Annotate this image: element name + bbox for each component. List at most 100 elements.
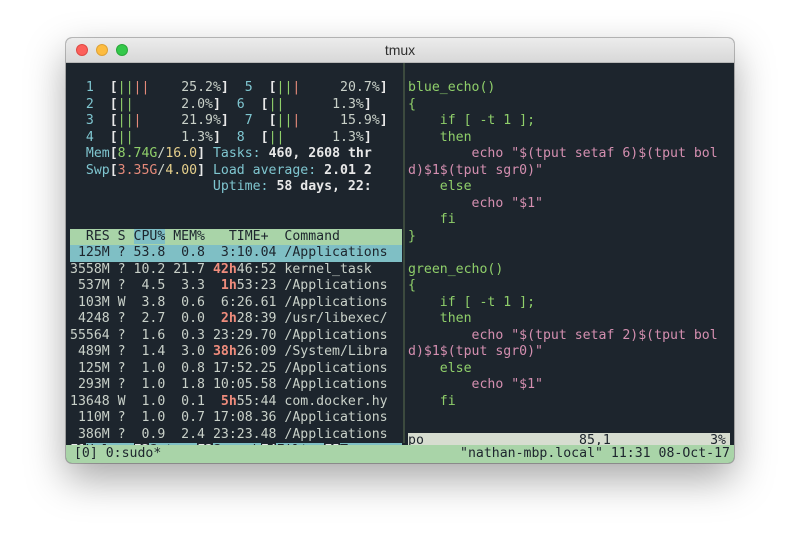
process-time: 28:39 <box>236 311 285 326</box>
process-cpu: 10.2 <box>133 261 174 277</box>
cpu-number: 4 <box>70 129 110 145</box>
process-mem: 1.8 <box>173 377 213 392</box>
code-line[interactable]: echo "$1" <box>408 377 730 394</box>
process-state: ? <box>117 311 134 326</box>
process-res: 13648 <box>70 393 118 409</box>
cpu-bar-user: || <box>268 129 285 145</box>
pane-divider[interactable] <box>403 63 405 443</box>
meter-bracket: [ <box>109 146 118 161</box>
code-line[interactable]: if [ -t 1 ]; <box>408 113 730 130</box>
process-time: 46:52 <box>236 261 285 277</box>
code-line[interactable]: fi <box>408 212 730 229</box>
process-command: /Applications <box>284 426 388 442</box>
process-state: ? <box>117 245 134 260</box>
process-state: ? <box>117 377 134 392</box>
cpu-meter-row: 4 [|| 1.3%] 8 [|| 1.3%] <box>70 130 402 147</box>
code-line[interactable]: d)$1$(tput sgr0)" <box>408 163 730 180</box>
col-mem-header: MEM% <box>165 228 229 244</box>
meter-bracket: ] <box>220 80 229 95</box>
tmux-clock: 11:31 <box>610 446 659 461</box>
cpu-bar-user: || <box>276 80 293 95</box>
process-state: W <box>117 393 134 409</box>
process-command: /Applications <box>284 360 388 376</box>
code-text: echo "$1" <box>408 195 543 211</box>
process-state: ? <box>117 360 134 376</box>
terminal-area[interactable]: 1 [|||| 25.2%] 5 [||| 20.7%] 2 [|| 2.0%]… <box>66 63 734 463</box>
process-time-hours: 2h <box>212 311 237 326</box>
code-line[interactable]: { <box>408 97 730 114</box>
vim-pane[interactable]: blue_echo(){ if [ -t 1 ]; then echo "$(t… <box>408 80 730 453</box>
meter-bracket: [ <box>109 80 118 95</box>
process-time: 17:52.25 <box>212 360 285 376</box>
tmux-window-tab[interactable]: 0:sudo* <box>106 446 162 461</box>
process-mem: 0.8 <box>173 360 213 376</box>
code-text: fi <box>408 212 456 227</box>
process-row[interactable]: 125M ? 53.8 0.8 3:10.04 /Applications <box>70 245 402 262</box>
code-line[interactable]: echo "$(tput setaf 6)$(tput bol <box>408 146 730 163</box>
process-row[interactable]: 55564 ? 1.6 0.3 23:29.70 /Applications <box>70 328 402 345</box>
code-line[interactable]: then <box>408 311 730 328</box>
code-text: else <box>408 360 472 376</box>
process-time: 3:10.04 <box>212 245 285 260</box>
code-line[interactable]: if [ -t 1 ]; <box>408 295 730 312</box>
process-time-hours: 5h <box>212 393 237 409</box>
process-cpu: 0.9 <box>133 426 174 442</box>
cpu-bar-user: || <box>276 113 293 128</box>
tmux-date: 08-Oct-17 <box>658 446 730 461</box>
process-cpu: 1.0 <box>133 393 174 409</box>
tmux-status-bar: [0] 0:sudo* "nathan-mbp.local" 11:31 08-O… <box>66 445 734 463</box>
meter-bracket: [ <box>260 96 269 112</box>
process-row[interactable]: 13648 W 1.0 0.1 5h55:44 com.docker.hy <box>70 394 402 411</box>
process-row[interactable]: 3558M ? 10.2 21.7 42h46:52 kernel_task <box>70 262 402 279</box>
process-state: ? <box>117 410 134 425</box>
process-row[interactable]: 537M ? 4.5 3.3 1h53:23 /Applications <box>70 278 402 295</box>
meter-bracket: [ <box>109 96 118 112</box>
process-row[interactable]: 489M ? 1.4 3.0 38h26:09 /System/Libra <box>70 344 402 361</box>
process-row[interactable]: 125M ? 1.0 0.8 17:52.25 /Applications <box>70 361 402 378</box>
process-row[interactable]: 103M W 3.8 0.6 6:26.61 /Applications <box>70 295 402 312</box>
cpu-percent: 1.3% <box>284 96 364 112</box>
code-line[interactable]: then <box>408 130 730 147</box>
code-line[interactable]: echo "$(tput setaf 2)$(tput bol <box>408 328 730 345</box>
process-mem: 0.0 <box>173 311 213 326</box>
code-line[interactable]: echo "$1" <box>408 196 730 213</box>
process-row[interactable]: 386M ? 0.9 2.4 23:23.48 /Applications <box>70 427 402 444</box>
code-line[interactable]: green_echo() <box>408 262 730 279</box>
swap-label: Swp <box>70 162 110 178</box>
process-row[interactable]: 110M ? 1.0 0.7 17:08.36 /Applications <box>70 410 402 427</box>
cpu-number: 3 <box>70 113 110 128</box>
code-line[interactable]: { <box>408 278 730 295</box>
process-res: 110M <box>70 410 118 425</box>
cpu-bar-user: || <box>117 113 134 128</box>
code-text: d)$1$(tput sgr0)" <box>408 344 543 359</box>
mem-total: 16.0 <box>165 146 198 161</box>
code-text: d)$1$(tput sgr0)" <box>408 162 543 178</box>
process-mem: 0.6 <box>173 294 213 310</box>
cpu-number: 5 <box>228 80 269 95</box>
code-line[interactable]: blue_echo() <box>408 80 730 97</box>
process-state: ? <box>117 327 134 343</box>
meter-bracket: ] <box>197 146 206 161</box>
process-command: /usr/libexec/ <box>284 311 388 326</box>
code-line[interactable]: else <box>408 361 730 378</box>
meter-bracket: [ <box>268 113 277 128</box>
uptime-row: Uptime: 58 days, 22: <box>70 179 402 196</box>
htop-pane[interactable]: 1 [|||| 25.2%] 5 [||| 20.7%] 2 [|| 2.0%]… <box>70 80 402 453</box>
process-mem: 0.8 <box>173 245 213 260</box>
code-line[interactable]: d)$1$(tput sgr0)" <box>408 344 730 361</box>
code-line[interactable]: fi <box>408 394 730 411</box>
code-text: { <box>408 96 416 112</box>
cpu-bar-user: || <box>117 96 134 112</box>
code-line[interactable]: else <box>408 179 730 196</box>
process-cpu: 3.8 <box>133 294 174 310</box>
process-row[interactable]: 293M ? 1.0 1.8 10:05.58 /Applications <box>70 377 402 394</box>
process-row[interactable]: 4248 ? 2.7 0.0 2h28:39 /usr/libexec/ <box>70 311 402 328</box>
process-res: 3558M <box>70 261 118 277</box>
title-bar[interactable]: tmux <box>66 38 734 63</box>
meter-bracket: ] <box>379 113 388 128</box>
code-line[interactable] <box>408 245 730 262</box>
process-command: /Applications <box>284 327 388 343</box>
code-line[interactable]: } <box>408 229 730 246</box>
